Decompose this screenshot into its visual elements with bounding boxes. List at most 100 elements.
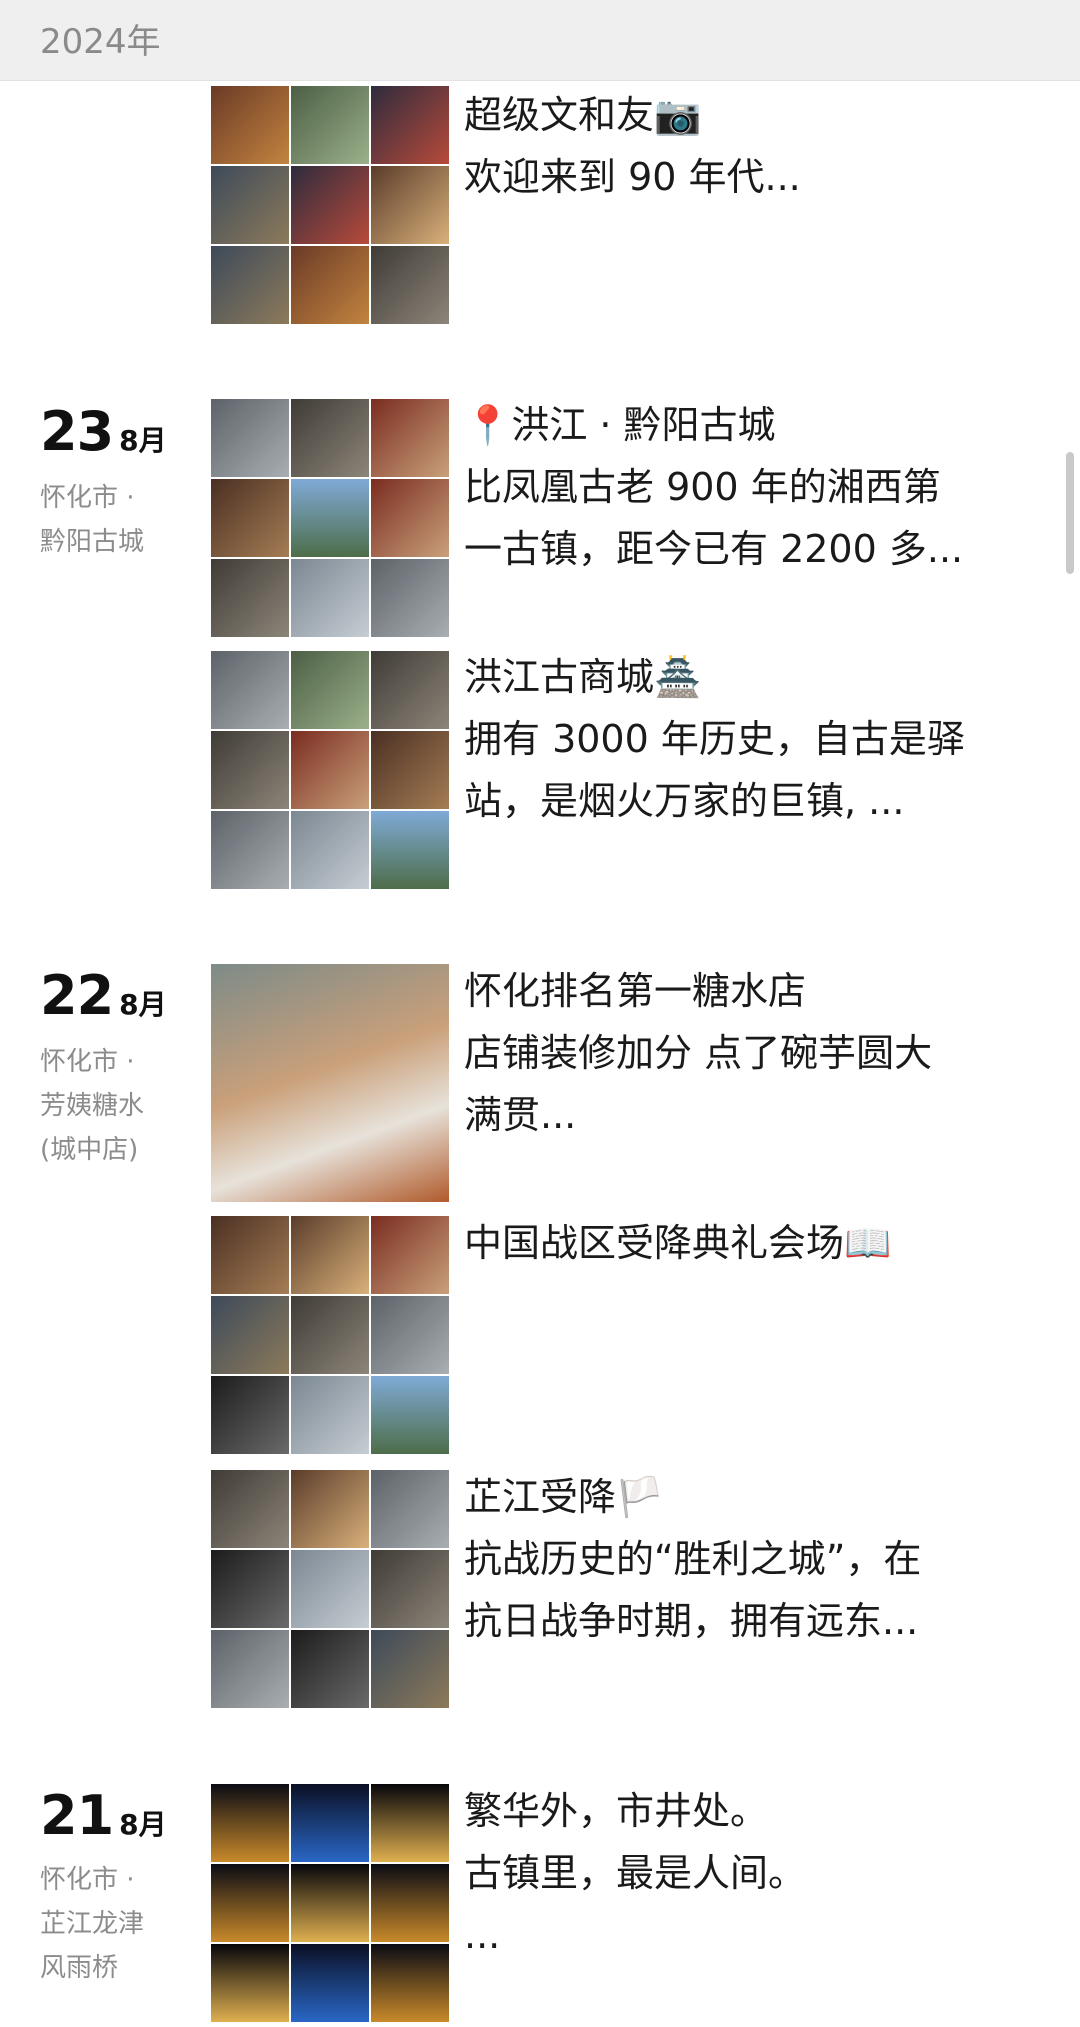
post-text[interactable]: 📍洪江 · 黔阳古城 比凤凰古老 900 年的湘西第 一古镇，距今已有 2200…: [464, 394, 1024, 580]
photo: [371, 399, 449, 477]
month-label: 8月: [119, 424, 167, 457]
photo: [211, 1864, 289, 1942]
photo: [211, 964, 449, 1202]
photo: [371, 166, 449, 244]
photo: [371, 1376, 449, 1454]
post-thumbnail-grid[interactable]: [211, 86, 449, 324]
post-excerpt: 古镇里，最是人间。: [464, 1851, 807, 1895]
photo: [371, 559, 449, 637]
location-label: 怀化市 · 芳姨糖水 (城中店): [40, 1040, 180, 1172]
post-text[interactable]: 洪江古商城🏯 拥有 3000 年历史，自古是驿 站，是烟火万家的巨镇, ...: [464, 646, 1024, 832]
post-excerpt: 比凤凰古老 900 年的湘西第: [464, 465, 941, 509]
photo: [291, 1630, 369, 1708]
post-title: 超级文和友📷: [464, 93, 702, 137]
photo: [211, 1470, 289, 1548]
location-label: 怀化市 · 芷江龙津 风雨桥: [40, 1858, 180, 1990]
photo: [211, 1630, 289, 1708]
post-excerpt: 抗日战争时期，拥有远东...: [464, 1599, 919, 1643]
day-number: 21: [40, 1784, 114, 1847]
post-thumbnail-grid[interactable]: [211, 1216, 449, 1454]
photo: [291, 731, 369, 809]
post-title: 繁华外，市井处。: [464, 1789, 769, 1833]
photo: [371, 1864, 449, 1942]
post-text[interactable]: 芷江受降🏳️ 抗战历史的“胜利之城”，在 抗日战争时期，拥有远东...: [464, 1466, 1024, 1652]
location-line: 黔阳古城: [40, 527, 145, 557]
post-excerpt: 一古镇，距今已有 2200 多...: [464, 527, 964, 571]
photo: [211, 1216, 289, 1294]
photo: [211, 651, 289, 729]
photo: [371, 1550, 449, 1628]
photo: [291, 811, 369, 889]
post-title: 怀化排名第一糖水店: [464, 969, 807, 1013]
year-label: 2024年: [40, 22, 161, 62]
post-text[interactable]: 超级文和友📷 欢迎来到 90 年代...: [464, 84, 1024, 208]
photo: [291, 86, 369, 164]
photo: [291, 399, 369, 477]
photo: [211, 166, 289, 244]
photo: [371, 479, 449, 557]
post-title: 中国战区受降典礼会场📖: [464, 1221, 892, 1265]
post-text[interactable]: 中国战区受降典礼会场📖: [464, 1212, 1024, 1274]
photo: [371, 1784, 449, 1862]
day-number: 23: [40, 400, 114, 463]
month-label: 8月: [119, 988, 167, 1021]
post-excerpt: 站，是烟火万家的巨镇, ...: [464, 779, 905, 823]
post-title: 📍洪江 · 黔阳古城: [464, 403, 776, 447]
photo: [211, 1784, 289, 1862]
year-header: 2024年: [0, 0, 1080, 81]
photo: [291, 1216, 369, 1294]
photo: [371, 1470, 449, 1548]
photo: [291, 1784, 369, 1862]
photo: [211, 246, 289, 324]
photo: [211, 479, 289, 557]
post-excerpt: 店铺装修加分 点了碗芋圆大: [464, 1031, 933, 1075]
photo: [291, 1296, 369, 1374]
post-title: 洪江古商城🏯: [464, 655, 702, 699]
post-excerpt: 抗战历史的“胜利之城”，在: [464, 1537, 922, 1581]
photo: [371, 1944, 449, 2022]
location-line: 芷江龙津: [40, 1909, 145, 1939]
post-thumbnail[interactable]: [211, 964, 449, 1202]
location-line: 风雨桥: [40, 1953, 119, 1983]
photo: [371, 811, 449, 889]
post-excerpt: 满贯...: [464, 1093, 577, 1137]
photo: [371, 1630, 449, 1708]
scrollbar[interactable]: [1066, 452, 1074, 574]
photo: [211, 811, 289, 889]
post-thumbnail-grid[interactable]: [211, 399, 449, 637]
location-line: 芳姨糖水: [40, 1091, 145, 1121]
photo: [371, 246, 449, 324]
photo: [211, 399, 289, 477]
photo: [291, 1864, 369, 1942]
photo: [371, 651, 449, 729]
date-label: 21 8月: [40, 1784, 167, 1847]
photo: [291, 1944, 369, 2022]
photo: [291, 166, 369, 244]
post-thumbnail-grid[interactable]: [211, 651, 449, 889]
photo: [291, 1376, 369, 1454]
photo: [371, 1296, 449, 1374]
post-excerpt: ...: [464, 1913, 501, 1957]
post-text[interactable]: 怀化排名第一糖水店 店铺装修加分 点了碗芋圆大 满贯...: [464, 960, 1024, 1146]
photo: [211, 1550, 289, 1628]
photo: [291, 479, 369, 557]
photo: [291, 1550, 369, 1628]
photo: [291, 651, 369, 729]
month-label: 8月: [119, 1808, 167, 1841]
photo: [211, 559, 289, 637]
post-thumbnail-grid[interactable]: [211, 1470, 449, 1708]
post-text[interactable]: 繁华外，市井处。 古镇里，最是人间。 ...: [464, 1780, 1024, 1966]
photo: [291, 246, 369, 324]
post-excerpt: 拥有 3000 年历史，自古是驿: [464, 717, 965, 761]
photo: [371, 86, 449, 164]
day-number: 22: [40, 964, 114, 1027]
post-excerpt: 欢迎来到 90 年代...: [464, 155, 801, 199]
photo: [211, 1944, 289, 2022]
date-label: 22 8月: [40, 964, 167, 1027]
location-line: 怀化市 ·: [40, 1047, 135, 1077]
post-title: 芷江受降🏳️: [464, 1475, 664, 1519]
post-thumbnail-grid[interactable]: [211, 1784, 449, 2022]
photo: [371, 731, 449, 809]
photo: [211, 731, 289, 809]
photo: [291, 1470, 369, 1548]
